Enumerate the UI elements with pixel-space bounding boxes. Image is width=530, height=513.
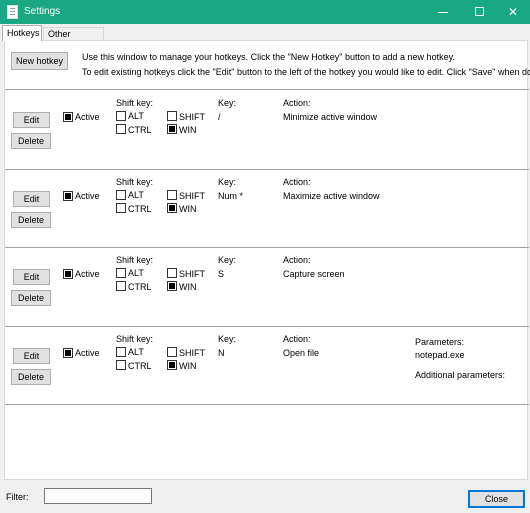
active-label: Active	[75, 269, 100, 279]
tab-other-settings[interactable]: Other settings	[43, 27, 104, 49]
ctrl-label: CTRL	[128, 361, 152, 371]
shift-checkbox[interactable]	[167, 190, 177, 200]
delete-button[interactable]: Delete	[11, 290, 51, 306]
shift-checkbox[interactable]	[167, 111, 177, 121]
maximize-button[interactable]	[462, 0, 496, 24]
key-value: S	[218, 269, 225, 279]
window-title: Settings	[24, 6, 61, 17]
row-separator	[5, 247, 529, 248]
alt-label: ALT	[128, 111, 144, 121]
key-value: Num *	[218, 191, 244, 201]
key-label: Key:	[218, 334, 237, 344]
win-checkbox[interactable]	[167, 203, 177, 213]
win-checkbox[interactable]	[167, 360, 177, 370]
tab-panel	[4, 40, 528, 480]
win-label: WIN	[179, 282, 197, 292]
action-value: Open file	[283, 348, 320, 358]
key-label: Key:	[218, 98, 237, 108]
filter-label: Filter:	[6, 492, 29, 502]
ctrl-checkbox[interactable]	[116, 203, 126, 213]
active-checkbox[interactable]	[63, 112, 73, 122]
active-label: Active	[75, 191, 100, 201]
action-label: Action:	[283, 255, 311, 265]
ctrl-label: CTRL	[128, 125, 152, 135]
shift-checkbox[interactable]	[167, 268, 177, 278]
edit-button[interactable]: Edit	[13, 191, 50, 207]
row-separator	[5, 404, 529, 405]
win-label: WIN	[179, 125, 197, 135]
parameters-label: Parameters:	[415, 337, 465, 347]
delete-button[interactable]: Delete	[11, 212, 51, 228]
edit-button[interactable]: Edit	[13, 112, 50, 128]
win-label: WIN	[179, 204, 197, 214]
shift-label: SHIFT	[179, 191, 205, 201]
edit-button[interactable]: Edit	[13, 269, 50, 285]
tab-hotkeys[interactable]: Hotkeys	[2, 25, 42, 41]
shift-label: SHIFT	[179, 348, 205, 358]
edit-button[interactable]: Edit	[13, 348, 50, 364]
action-label: Action:	[283, 98, 311, 108]
intro-line-1: Use this window to manage your hotkeys. …	[82, 52, 455, 62]
row-separator	[5, 169, 529, 170]
active-label: Active	[75, 348, 100, 358]
win-checkbox[interactable]	[167, 281, 177, 291]
alt-label: ALT	[128, 190, 144, 200]
key-label: Key:	[218, 177, 237, 187]
action-label: Action:	[283, 334, 311, 344]
shift-label: SHIFT	[179, 269, 205, 279]
alt-label: ALT	[128, 268, 144, 278]
ctrl-checkbox[interactable]	[116, 281, 126, 291]
active-checkbox[interactable]	[63, 348, 73, 358]
delete-button[interactable]: Delete	[11, 369, 51, 385]
active-checkbox[interactable]	[63, 191, 73, 201]
key-value: N	[218, 348, 225, 358]
shift-label: SHIFT	[179, 112, 205, 122]
alt-checkbox[interactable]	[116, 268, 126, 278]
action-value: Minimize active window	[283, 112, 378, 122]
ctrl-label: CTRL	[128, 282, 152, 292]
key-value: /	[218, 112, 221, 122]
maximize-icon	[474, 7, 484, 17]
intro-line-2: To edit existing hotkeys click the "Edit…	[82, 67, 530, 77]
ctrl-label: CTRL	[128, 204, 152, 214]
title-bar: Settings ✕	[0, 0, 530, 24]
alt-checkbox[interactable]	[116, 190, 126, 200]
shift-checkbox[interactable]	[167, 347, 177, 357]
alt-label: ALT	[128, 347, 144, 357]
shift-key-label: Shift key:	[116, 255, 154, 265]
new-hotkey-button[interactable]: New hotkey	[11, 52, 68, 70]
separator	[5, 89, 529, 90]
minimize-button[interactable]	[426, 0, 460, 24]
close-icon: ✕	[507, 5, 519, 19]
additional-parameters-label: Additional parameters:	[415, 370, 506, 380]
alt-checkbox[interactable]	[116, 111, 126, 121]
shift-key-label: Shift key:	[116, 334, 154, 344]
active-label: Active	[75, 112, 100, 122]
shift-key-label: Shift key:	[116, 98, 154, 108]
row-separator	[5, 326, 529, 327]
action-label: Action:	[283, 177, 311, 187]
action-value: Capture screen	[283, 269, 345, 279]
delete-button[interactable]: Delete	[11, 133, 51, 149]
alt-checkbox[interactable]	[116, 347, 126, 357]
close-window-button[interactable]: ✕	[496, 0, 530, 24]
win-checkbox[interactable]	[167, 124, 177, 134]
key-label: Key:	[218, 255, 237, 265]
shift-key-label: Shift key:	[116, 177, 154, 187]
active-checkbox[interactable]	[63, 269, 73, 279]
minimize-icon	[438, 12, 448, 14]
action-value: Maximize active window	[283, 191, 380, 201]
close-button[interactable]: Close	[468, 490, 525, 508]
parameters-value: notepad.exe	[415, 350, 465, 360]
ctrl-checkbox[interactable]	[116, 124, 126, 134]
win-label: WIN	[179, 361, 197, 371]
ctrl-checkbox[interactable]	[116, 360, 126, 370]
app-icon	[7, 5, 18, 19]
filter-input[interactable]	[44, 488, 152, 504]
